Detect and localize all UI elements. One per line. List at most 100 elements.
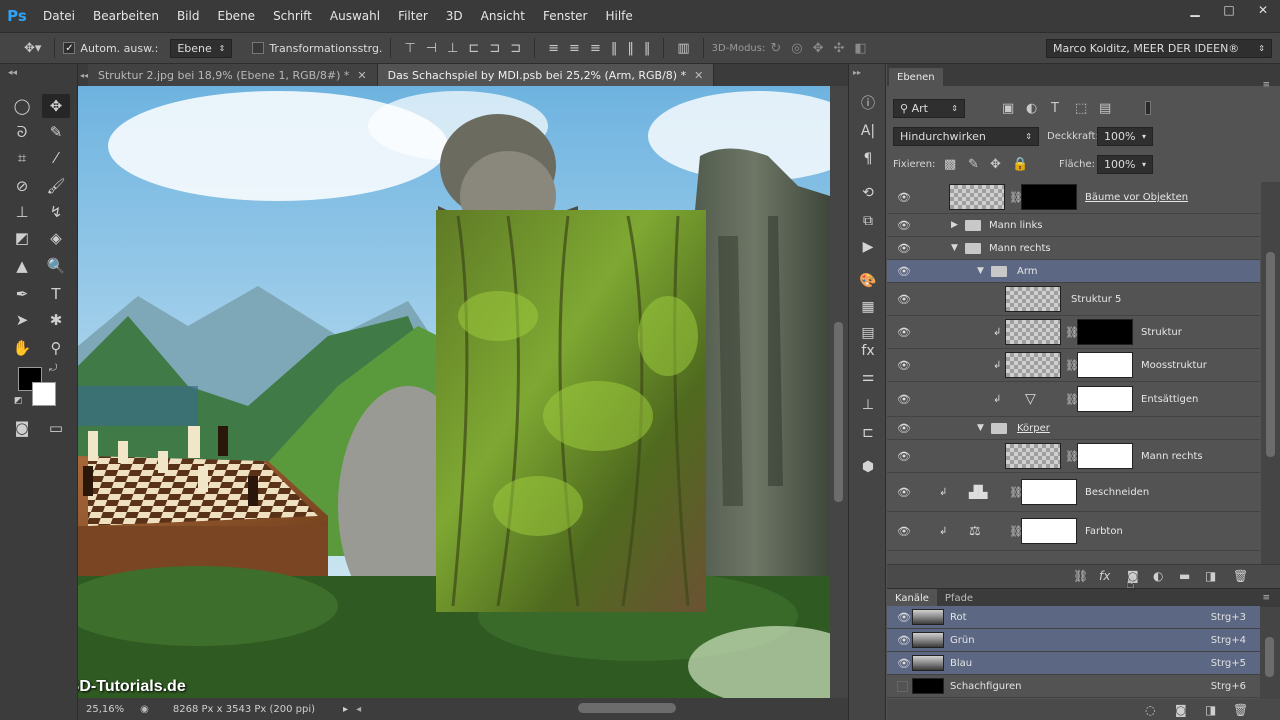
- menu-filter[interactable]: Filter: [389, 9, 437, 23]
- layer-row[interactable]: 👁 ▼ Arm: [887, 260, 1260, 283]
- tool-presets-icon[interactable]: ⊏: [856, 422, 880, 444]
- background-color-swatch[interactable]: [32, 382, 56, 406]
- filter-smartobject-icon[interactable]: ▤: [1099, 101, 1111, 116]
- layer-row[interactable]: 👁 ▼ Mann rechts: [887, 237, 1260, 260]
- history-brush-tool-icon[interactable]: ↯: [42, 200, 70, 224]
- collapse-icon[interactable]: ◂◂: [8, 68, 17, 78]
- load-selection-icon[interactable]: ◌: [1145, 703, 1155, 717]
- maximize-button[interactable]: □: [1212, 0, 1246, 20]
- link-layers-icon[interactable]: ⛓: [1073, 569, 1088, 583]
- menu-ansicht[interactable]: Ansicht: [472, 9, 534, 23]
- layer-row[interactable]: 👁 ↲ ⛓ Struktur: [887, 316, 1260, 349]
- distribute-hcenter-icon[interactable]: ‖: [627, 41, 634, 56]
- channel-row[interactable]: 👁 Grün Strg+4: [887, 629, 1260, 652]
- fill-field[interactable]: 100% ▾: [1097, 154, 1153, 174]
- collapse-icon[interactable]: ▸▸: [853, 68, 861, 77]
- panel-menu-icon[interactable]: ≡: [1262, 593, 1270, 603]
- measurement-icon[interactable]: ⧉: [856, 210, 880, 232]
- eye-icon[interactable]: 👁: [897, 264, 911, 278]
- scrollbar-thumb[interactable]: [1265, 637, 1274, 677]
- screen-mode-icon[interactable]: ▭: [42, 416, 70, 440]
- custom-shape-tool-icon[interactable]: ✱: [42, 308, 70, 332]
- filter-kind-dropdown[interactable]: ⚲ Art ⇕: [893, 98, 965, 118]
- lock-all-icon[interactable]: 🔒: [1012, 157, 1028, 172]
- collapse-arrow-icon[interactable]: ▼: [977, 423, 984, 433]
- canvas-horizontal-scrollbar[interactable]: [578, 703, 676, 713]
- tab-ebenen[interactable]: Ebenen: [889, 68, 943, 86]
- distribute-top-icon[interactable]: ≡: [548, 41, 559, 56]
- align-right-icon[interactable]: ⊐: [510, 41, 521, 56]
- scroll-left-icon[interactable]: ◂: [356, 704, 361, 715]
- eye-icon[interactable]: 👁: [897, 485, 911, 499]
- eye-icon[interactable]: 👁: [897, 218, 911, 232]
- eye-icon[interactable]: 👁: [897, 191, 911, 205]
- eye-icon[interactable]: 👁: [897, 358, 911, 372]
- tab-struktur[interactable]: Struktur 2.jpg bei 18,9% (Ebene 1, RGB/8…: [88, 64, 378, 86]
- info-icon[interactable]: ⓘ: [856, 92, 880, 114]
- distribute-right-icon[interactable]: ‖: [644, 41, 651, 56]
- scrollbar-thumb[interactable]: [1266, 252, 1275, 457]
- eye-icon[interactable]: 👁: [897, 392, 911, 406]
- grid-icon[interactable]: ▦: [856, 296, 880, 318]
- expand-arrow-icon[interactable]: ▶: [951, 220, 958, 230]
- filter-toggle[interactable]: [1145, 101, 1151, 115]
- status-menu-icon[interactable]: ◉: [140, 704, 149, 715]
- auto-select-checkbox[interactable]: ✓: [63, 42, 76, 54]
- align-hcenter-icon[interactable]: ⊐: [489, 41, 500, 56]
- 3d-icon[interactable]: ⬢: [856, 456, 880, 478]
- minimize-button[interactable]: ▁: [1178, 0, 1212, 20]
- collapse-arrow-icon[interactable]: ▼: [951, 243, 958, 253]
- eraser-tool-icon[interactable]: ◩: [8, 226, 36, 250]
- layer-row[interactable]: 👁 ↲ ▟▙ ⛓ Beschneiden: [887, 473, 1260, 512]
- move-tool-icon[interactable]: ✥: [42, 94, 70, 118]
- channel-row[interactable]: 👁 Blau Strg+5: [887, 652, 1260, 675]
- distribute-bottom-icon[interactable]: ≡: [590, 41, 601, 56]
- eye-icon[interactable]: 👁: [897, 656, 911, 670]
- fx-icon[interactable]: fx: [1099, 569, 1110, 583]
- tab-pfade[interactable]: Pfade: [937, 589, 981, 607]
- clone-stamp-tool-icon[interactable]: ⊥: [8, 200, 36, 224]
- lock-transparency-icon[interactable]: ▩: [944, 157, 956, 172]
- 3d-rotate-icon[interactable]: ↻: [770, 41, 781, 56]
- move-tool-preset-icon[interactable]: ✥▾: [24, 41, 41, 56]
- menu-auswahl[interactable]: Auswahl: [321, 9, 389, 23]
- save-selection-icon[interactable]: ◙: [1175, 703, 1187, 717]
- menu-ebene[interactable]: Ebene: [208, 9, 264, 23]
- transform-checkbox[interactable]: [252, 42, 265, 54]
- auto-align-icon[interactable]: ▥: [677, 41, 689, 56]
- close-tab-icon[interactable]: ✕: [357, 69, 366, 82]
- visibility-toggle[interactable]: [897, 680, 908, 692]
- menu-bild[interactable]: Bild: [168, 9, 209, 23]
- lasso-tool-icon[interactable]: ᘐ: [8, 120, 36, 144]
- actions-icon[interactable]: ▶: [856, 236, 880, 258]
- 3d-pan-icon[interactable]: ✥: [813, 41, 824, 56]
- document-canvas[interactable]: PSD-Tutorials.de: [78, 86, 830, 698]
- close-tab-icon[interactable]: ✕: [694, 69, 703, 82]
- zoom-level[interactable]: 25,16%: [86, 704, 124, 715]
- distribute-vcenter-icon[interactable]: ≡: [569, 41, 580, 56]
- channels-scrollbar[interactable]: [1260, 607, 1280, 699]
- path-selection-tool-icon[interactable]: ➤: [8, 308, 36, 332]
- menu-hilfe[interactable]: Hilfe: [596, 9, 641, 23]
- new-group-icon[interactable]: ▬: [1179, 569, 1190, 583]
- lock-pixels-icon[interactable]: ✎: [968, 157, 979, 172]
- filter-type-icon[interactable]: T: [1051, 101, 1059, 116]
- close-button[interactable]: ✕: [1246, 0, 1280, 20]
- chevron-down-icon[interactable]: ▾: [1142, 160, 1146, 169]
- tab-schachspiel[interactable]: Das Schachspiel by MDI.psb bei 25,2% (Ar…: [377, 64, 715, 86]
- paint-bucket-tool-icon[interactable]: ◈: [42, 226, 70, 250]
- chevron-down-icon[interactable]: ▾: [1142, 132, 1146, 141]
- layer-row[interactable]: 👁 ↲ ⛓ Moosstruktur: [887, 349, 1260, 382]
- delete-channel-icon[interactable]: 🗑: [1233, 703, 1248, 717]
- menu-datei[interactable]: Datei: [34, 9, 84, 23]
- collapse-icon[interactable]: ◂◂: [78, 64, 88, 86]
- healing-brush-tool-icon[interactable]: ⊘: [8, 174, 36, 198]
- zoom-tool-icon[interactable]: ⚲: [42, 336, 70, 360]
- eye-icon[interactable]: 👁: [897, 325, 911, 339]
- layer-row[interactable]: 👁 ▶ Mann links: [887, 214, 1260, 237]
- scrollbar-thumb[interactable]: [834, 322, 843, 502]
- paragraph-icon[interactable]: ¶: [856, 148, 880, 170]
- swap-colors-icon[interactable]: ⤾: [49, 363, 57, 374]
- clone-source-icon[interactable]: ⊥: [856, 394, 880, 416]
- marquee-tool-icon[interactable]: ◯: [8, 94, 36, 118]
